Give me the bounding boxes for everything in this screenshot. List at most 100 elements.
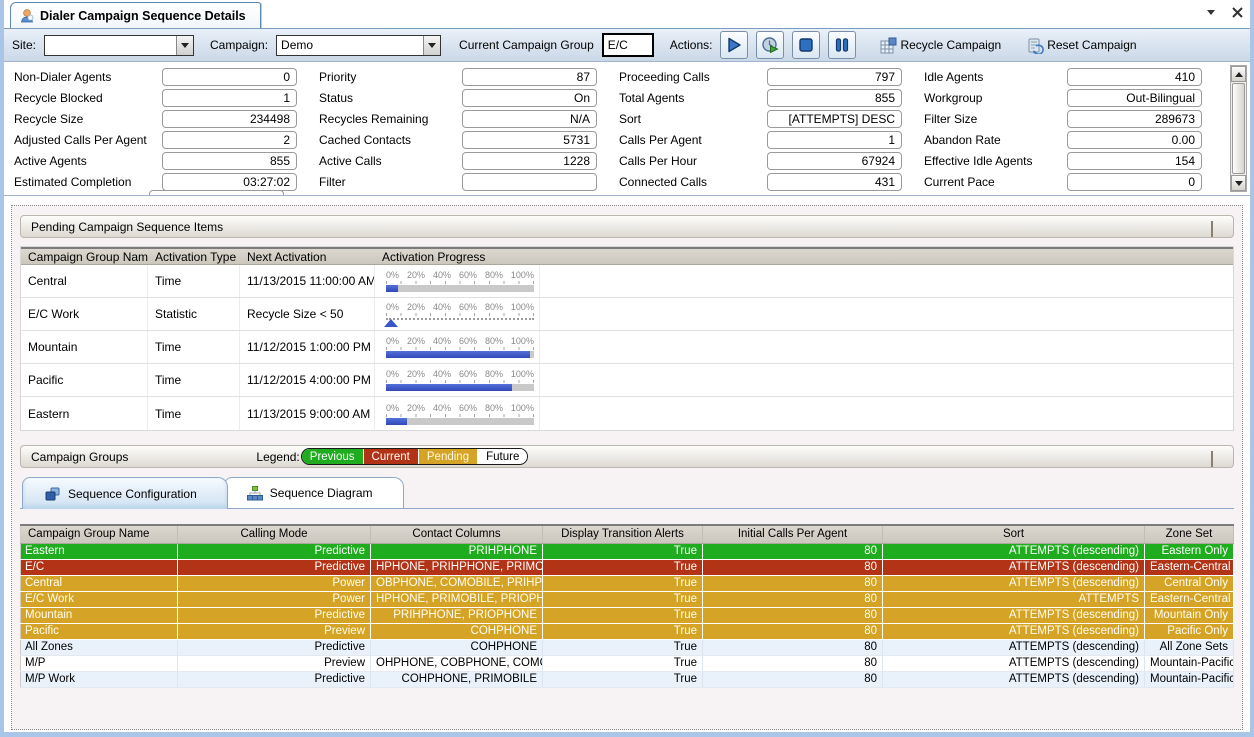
stat-label: Priority [319, 70, 462, 84]
legend-pending: Pending [419, 449, 478, 464]
next-activation: Recycle Size < 50 [240, 298, 375, 330]
campaign-groups-table: Campaign Group Name Calling Mode Contact… [20, 524, 1234, 688]
progress-bar [386, 351, 530, 358]
stat-value: [ATTEMPTS] DESC [767, 110, 902, 128]
pending-row[interactable]: Mountain Time 11/12/2015 1:00:00 PM 0%20… [21, 331, 1233, 364]
table-row[interactable]: MountainPredictivePRIHPHONE, PRIOPHONETr… [21, 607, 1234, 623]
activation-type: Time [148, 265, 240, 297]
cubes-icon [45, 487, 61, 501]
chevron-down-icon[interactable] [176, 36, 193, 55]
window-menu-icon[interactable] [1204, 5, 1218, 19]
close-icon[interactable] [1230, 5, 1244, 19]
tab-sequence-configuration[interactable]: Sequence Configuration [22, 477, 228, 509]
stat-label: Recycles Remaining [319, 112, 462, 126]
activation-type: Time [148, 331, 240, 363]
column-header[interactable]: Activation Progress [375, 249, 540, 264]
tab-label: Sequence Diagram [270, 486, 373, 500]
stop-button[interactable] [792, 31, 820, 59]
table-row[interactable]: E/CPredictiveHPHONE, PRIHPHONE, PRIMOBIL… [21, 559, 1234, 575]
start-button[interactable] [720, 31, 748, 59]
sequence-configuration-panel: Campaign Group Name Calling Mode Contact… [20, 524, 1234, 688]
column-header[interactable]: Activation Type [148, 249, 240, 264]
scheduled-start-button[interactable] [756, 31, 784, 59]
scroll-down-icon[interactable] [1231, 175, 1246, 191]
pending-row[interactable]: Eastern Time 11/13/2015 9:00:00 AM 0%20%… [21, 397, 1233, 430]
stat-label: Total Agents [619, 91, 767, 105]
activation-type: Time [148, 397, 240, 430]
pending-row[interactable]: E/C Work Statistic Recycle Size < 50 0%2… [21, 298, 1233, 331]
column-header[interactable]: Next Activation [240, 249, 375, 264]
stat-label: Active Agents [14, 154, 162, 168]
campaign-groups-tabs: Sequence Configuration Sequence Diagram [20, 476, 1234, 509]
stat-label: Sort [619, 112, 767, 126]
table-row[interactable]: EasternPredictivePRIHPHONETrue80ATTEMPTS… [21, 543, 1234, 559]
scroll-up-icon[interactable] [1231, 66, 1246, 82]
collapse-chevron-icon[interactable] [1211, 223, 1223, 231]
window-title: Dialer Campaign Sequence Details [40, 9, 246, 23]
stat-label: Estimated Completion [14, 175, 162, 189]
column-header[interactable]: Zone Set [1145, 525, 1234, 543]
column-header[interactable]: Calling Mode [178, 525, 371, 543]
campaign-groups-title: Campaign Groups [31, 450, 128, 464]
campaign-select[interactable]: Demo [276, 35, 441, 56]
recycle-campaign-button[interactable]: Recycle Campaign [876, 35, 1005, 56]
stats-scrollbar[interactable] [1230, 65, 1247, 192]
site-select[interactable] [44, 35, 194, 56]
stat-value: 431 [767, 173, 902, 191]
clipped-stat-field [149, 190, 284, 196]
site-label: Site: [12, 38, 36, 52]
stat-label: Current Pace [924, 175, 1067, 189]
stat-value: Out-Bilingual [1067, 89, 1202, 107]
title-bar: Dialer Campaign Sequence Details [4, 0, 1250, 28]
actions-label: Actions: [670, 38, 713, 52]
column-header[interactable]: Display Transition Alerts [543, 525, 703, 543]
toolbar: Site: Campaign: Demo Current Campaign Gr… [4, 28, 1250, 62]
pending-row[interactable]: Pacific Time 11/12/2015 4:00:00 PM 0%20%… [21, 364, 1233, 397]
stat-label: Abandon Rate [924, 133, 1067, 147]
campaign-groups-section-header[interactable]: Campaign Groups Legend: Previous Current… [20, 445, 1234, 468]
stat-label: Filter Size [924, 112, 1067, 126]
table-row[interactable]: M/P WorkPredictiveCOHPHONE, PRIMOBILETru… [21, 671, 1234, 687]
agent-icon [19, 8, 35, 24]
table-row[interactable]: All ZonesPredictiveCOHPHONETrue80ATTEMPT… [21, 639, 1234, 655]
column-header[interactable]: Contact Columns [371, 525, 543, 543]
stat-label: Status [319, 91, 462, 105]
reset-campaign-button[interactable]: Reset Campaign [1023, 35, 1140, 56]
reset-campaign-icon [1027, 37, 1044, 54]
current-campaign-group-input[interactable] [602, 33, 654, 57]
table-row[interactable]: E/C WorkPowerHPHONE, PRIMOBILE, PRIOPHON… [21, 591, 1234, 607]
pending-section-title: Pending Campaign Sequence Items [31, 220, 223, 234]
tab-sequence-diagram[interactable]: Sequence Diagram [224, 477, 404, 508]
column-header[interactable]: Campaign Group Name [21, 249, 148, 264]
progress-marker-icon [384, 319, 398, 327]
progress-bar [386, 285, 398, 292]
campaign-group-name: Mountain [21, 331, 148, 363]
pause-button[interactable] [828, 31, 856, 59]
next-activation: 11/12/2015 4:00:00 PM [240, 364, 375, 396]
stat-value: 5731 [462, 131, 597, 149]
stat-value: N/A [462, 110, 597, 128]
pending-section-header[interactable]: Pending Campaign Sequence Items [20, 215, 1234, 238]
collapse-chevron-icon[interactable] [1211, 453, 1223, 461]
next-activation: 11/13/2015 9:00:00 AM [240, 397, 375, 430]
column-header[interactable]: Campaign Group Name [21, 525, 178, 543]
play-icon [725, 36, 743, 54]
diagram-icon [247, 486, 263, 501]
legend-previous: Previous [302, 449, 364, 464]
window-tab[interactable]: Dialer Campaign Sequence Details [10, 2, 261, 28]
stat-value: 289673 [1067, 110, 1202, 128]
stat-label: Proceeding Calls [619, 70, 767, 84]
chevron-down-icon[interactable] [423, 36, 440, 55]
column-header[interactable]: Initial Calls Per Agent [703, 525, 883, 543]
stat-value: 855 [162, 152, 297, 170]
recycle-campaign-icon [880, 37, 897, 54]
scrollbar-thumb[interactable] [1232, 83, 1245, 174]
table-row[interactable]: CentralPowerOBPHONE, COMOBILE, PRIHPHONE… [21, 575, 1234, 591]
column-header[interactable]: Sort [883, 525, 1145, 543]
recycle-campaign-label: Recycle Campaign [900, 38, 1001, 52]
table-row[interactable]: M/PPreviewOHPHONE, COBPHONE, COMOBILETru… [21, 655, 1234, 671]
activation-progress: 0%20%40%60%80%100% [375, 397, 540, 430]
table-header-row: Campaign Group Name Calling Mode Contact… [21, 525, 1234, 543]
pending-row[interactable]: Central Time 11/13/2015 11:00:00 AM 0%20… [21, 265, 1233, 298]
table-row[interactable]: PacificPreviewCOHPHONETrue80ATTEMPTS (de… [21, 623, 1234, 639]
